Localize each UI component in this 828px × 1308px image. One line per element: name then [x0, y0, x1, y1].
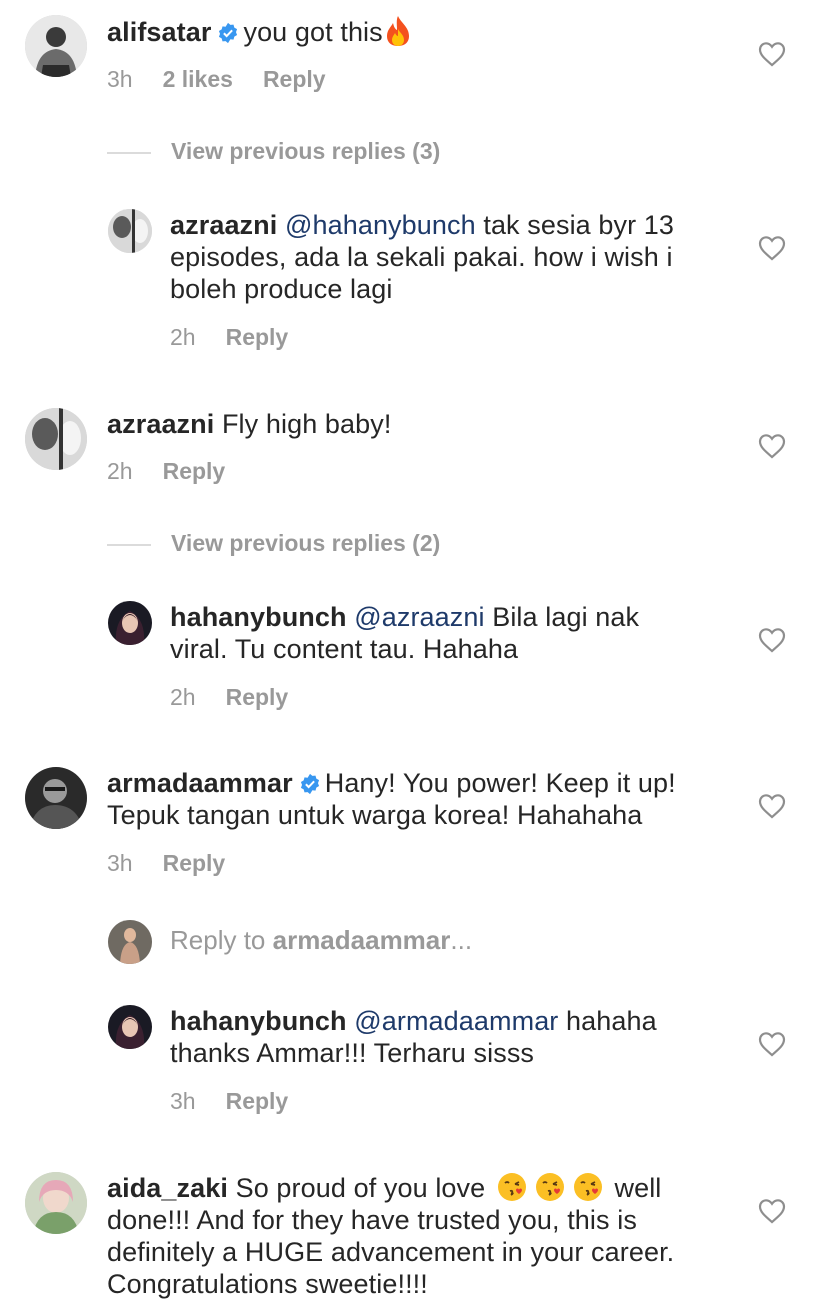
- view-previous-replies[interactable]: View previous replies (3): [107, 138, 440, 165]
- heart-outline-icon[interactable]: [758, 627, 786, 653]
- username[interactable]: azraazni: [170, 210, 277, 240]
- comment-text: aida_zaki So proud of you love well done…: [107, 1172, 674, 1300]
- comment-body: you got this: [243, 17, 383, 47]
- timestamp: 2h: [170, 684, 196, 710]
- heart-outline-icon[interactable]: [758, 235, 786, 261]
- comment-body: viral. Tu content tau. Hahaha: [170, 634, 519, 664]
- timestamp: 3h: [107, 850, 133, 876]
- avatar: [108, 920, 152, 964]
- avatar[interactable]: [108, 209, 152, 253]
- reply-button[interactable]: Reply: [226, 684, 289, 710]
- view-previous-label: View previous replies (2): [171, 530, 441, 556]
- heart-outline-icon[interactable]: [758, 433, 786, 459]
- timestamp: 3h: [170, 1088, 196, 1114]
- reply-input[interactable]: Reply to armadaammar...: [170, 925, 472, 956]
- heart-outline-icon[interactable]: [758, 1198, 786, 1224]
- mention-link[interactable]: @hahanybunch: [285, 210, 476, 240]
- comment-meta: 3h Reply: [107, 850, 255, 877]
- username[interactable]: azraazni: [107, 409, 214, 439]
- comment-body: episodes, ada la sekali pakai. how i wis…: [170, 242, 673, 272]
- timestamp: 2h: [107, 458, 133, 484]
- timestamp: 3h: [107, 66, 133, 92]
- kissing-face-emoji: [573, 1173, 602, 1201]
- comment-body: Tepuk tangan untuk warga korea! Hahahaha: [107, 800, 643, 830]
- comment-body: boleh produce lagi: [170, 274, 393, 304]
- comment-meta: 2h Reply: [107, 458, 255, 485]
- reply-button[interactable]: Reply: [163, 458, 226, 484]
- comment-body: Bila lagi nak: [492, 602, 640, 632]
- reply-input-prefix: Reply to: [170, 925, 273, 955]
- avatar[interactable]: [108, 601, 152, 645]
- comment-text: hahanybunch @armadaammar hahaha thanks A…: [170, 1005, 657, 1069]
- kissing-face-emoji: [497, 1173, 526, 1201]
- reply-button[interactable]: Reply: [226, 324, 289, 350]
- reply-button[interactable]: Reply: [163, 850, 226, 876]
- avatar[interactable]: [25, 1172, 87, 1234]
- comment-body: well: [614, 1173, 662, 1203]
- reply-button[interactable]: Reply: [263, 66, 326, 92]
- comment-meta: 2h Reply: [170, 684, 318, 711]
- comment-text: hahanybunch @azraazni Bila lagi nak vira…: [170, 601, 639, 665]
- username[interactable]: aida_zaki: [107, 1173, 228, 1203]
- view-previous-label: View previous replies (3): [171, 138, 441, 164]
- comment-meta: 3h Reply: [170, 1088, 318, 1115]
- divider-line: [107, 151, 151, 154]
- verified-badge-icon: [300, 773, 319, 795]
- comment-body: Fly high baby!: [221, 409, 392, 439]
- comment-body: tak sesia byr 13: [483, 210, 675, 240]
- mention-link[interactable]: @armadaammar: [354, 1006, 558, 1036]
- comment-body: thanks Ammar!!! Terharu sisss: [170, 1038, 535, 1068]
- verified-badge-icon: [219, 22, 238, 44]
- likes-count[interactable]: 2 likes: [163, 66, 233, 92]
- kissing-face-emoji: [535, 1173, 564, 1201]
- heart-outline-icon[interactable]: [758, 41, 786, 67]
- reply-button[interactable]: Reply: [226, 1088, 289, 1114]
- avatar[interactable]: [108, 1005, 152, 1049]
- username[interactable]: hahanybunch: [170, 602, 347, 632]
- username[interactable]: armadaammar: [107, 768, 293, 798]
- avatar[interactable]: [25, 408, 87, 470]
- reply-input-user: armadaammar: [272, 925, 451, 955]
- comment-body: done!!! And for they have trusted you, t…: [107, 1205, 637, 1235]
- divider-line: [107, 543, 151, 546]
- comment-text: alifsatar you got this: [107, 15, 413, 48]
- comment-body: So proud of you love: [235, 1173, 486, 1203]
- username[interactable]: hahanybunch: [170, 1006, 347, 1036]
- comment-meta: 3h 2 likes Reply: [107, 66, 356, 93]
- reply-input-ellipsis: ...: [450, 925, 473, 955]
- heart-outline-icon[interactable]: [758, 793, 786, 819]
- avatar[interactable]: [25, 15, 87, 77]
- view-previous-replies[interactable]: View previous replies (2): [107, 530, 440, 557]
- comment-body: Congratulations sweetie!!!!: [107, 1269, 428, 1299]
- heart-outline-icon[interactable]: [758, 1031, 786, 1057]
- comment-body: Hany! You power! Keep it up!: [324, 768, 676, 798]
- comment-text: azraazni Fly high baby!: [107, 408, 391, 440]
- mention-link[interactable]: @azraazni: [354, 602, 484, 632]
- timestamp: 2h: [170, 324, 196, 350]
- fire-emoji: [386, 16, 409, 46]
- comment-meta: 2h Reply: [170, 324, 318, 351]
- comment-body: definitely a HUGE advancement in your ca…: [107, 1237, 675, 1267]
- comment-text: armadaammar Hany! You power! Keep it up! …: [107, 767, 676, 831]
- avatar[interactable]: [25, 767, 87, 829]
- username[interactable]: alifsatar: [107, 17, 211, 47]
- comment-text: azraazni @hahanybunch tak sesia byr 13 e…: [170, 209, 674, 305]
- comment-body: hahaha: [566, 1006, 657, 1036]
